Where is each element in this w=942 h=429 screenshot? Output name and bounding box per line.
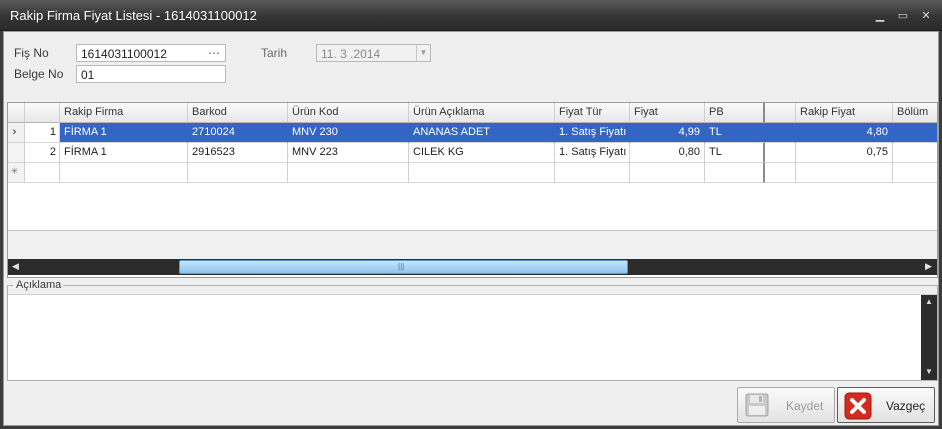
price-grid[interactable]: Rakip Firma Barkod Ürün Kod Ürün Açıklam… — [7, 102, 938, 278]
tarih-field[interactable]: 11. 3 .2014 ▼ — [316, 44, 431, 62]
new-cell[interactable] — [60, 163, 188, 183]
close-button[interactable]: ✕ — [918, 9, 934, 23]
new-cell[interactable] — [705, 163, 765, 183]
tarih-value: 11. 3 .2014 — [321, 47, 381, 61]
row-number: 2 — [25, 143, 60, 163]
new-cell[interactable] — [796, 163, 893, 183]
current-row-icon: › — [8, 123, 25, 143]
cell-fiyat-tur[interactable]: 1. Satış Fiyatı — [555, 123, 630, 143]
maximize-button[interactable]: ▭ — [895, 9, 911, 23]
col-header-fiyat-tur[interactable]: Fiyat Tür — [555, 103, 630, 123]
cell-pb[interactable]: TL — [705, 143, 765, 163]
row-number: 1 — [25, 123, 60, 143]
chevron-down-icon[interactable]: ▼ — [416, 45, 430, 61]
scroll-down-icon[interactable]: ▼ — [925, 367, 933, 376]
cell-bolum[interactable] — [893, 143, 937, 163]
vazgec-label: Vazgeç — [886, 399, 926, 413]
cell-barkod[interactable]: 2710024 — [188, 123, 288, 143]
cell-pb[interactable]: TL — [705, 123, 765, 143]
client-area: Fiş No 1614031100012 ⋯ Belge No 01 Tarih… — [3, 31, 939, 426]
col-header-bolum[interactable]: Bölüm — [893, 103, 937, 123]
belge-no-field[interactable]: 01 — [76, 65, 226, 83]
window-title: Rakip Firma Fiyat Listesi - 161403110001… — [10, 8, 257, 23]
new-cell[interactable] — [555, 163, 630, 183]
row-number-header — [25, 103, 60, 123]
scroll-right-icon[interactable]: ▶ — [925, 261, 932, 272]
col-header-hidden[interactable] — [765, 103, 796, 123]
fis-no-label: Fiş No — [14, 46, 49, 60]
cell-fiyat[interactable]: 0,80 — [630, 143, 705, 163]
minimize-button[interactable]: ▁ — [872, 9, 888, 23]
grid-footer — [8, 230, 937, 259]
new-cell[interactable] — [893, 163, 937, 183]
cell-urun-kod[interactable]: MNV 223 — [288, 143, 409, 163]
col-header-fiyat[interactable]: Fiyat — [630, 103, 705, 123]
aciklama-group: Açıklama ▲ ▼ — [7, 279, 938, 381]
floppy-disk-icon — [745, 393, 769, 417]
cell-rakip-fiyat[interactable]: 0,75 — [796, 143, 893, 163]
cancel-x-icon — [844, 392, 872, 420]
cell-rakip-firma[interactable]: FİRMA 1 — [60, 143, 188, 163]
cell-hidden[interactable] — [765, 143, 796, 163]
col-header-rakip-firma[interactable]: Rakip Firma — [60, 103, 188, 123]
new-cell[interactable] — [630, 163, 705, 183]
col-header-barkod[interactable]: Barkod — [188, 103, 288, 123]
new-cell[interactable] — [765, 163, 796, 183]
cell-hidden[interactable] — [765, 123, 796, 143]
new-row-icon: ✳ — [8, 163, 25, 183]
belge-no-value: 01 — [81, 68, 95, 82]
new-cell[interactable] — [188, 163, 288, 183]
cell-rakip-firma[interactable]: FİRMA 1 — [60, 123, 188, 143]
row-number — [25, 163, 60, 183]
cell-fiyat[interactable]: 4,99 — [630, 123, 705, 143]
cell-fiyat-tur[interactable]: 1. Satış Fiyatı — [555, 143, 630, 163]
new-cell[interactable] — [409, 163, 555, 183]
scrollbar-thumb[interactable]: ||| — [179, 260, 628, 274]
vertical-scrollbar[interactable]: ▲ ▼ — [921, 295, 937, 380]
scroll-up-icon[interactable]: ▲ — [925, 297, 933, 306]
kaydet-label: Kaydet — [786, 399, 824, 413]
col-header-rakip-fiyat[interactable]: Rakip Fiyat — [796, 103, 893, 123]
cell-urun-kod[interactable]: MNV 230 — [288, 123, 409, 143]
scroll-left-icon[interactable]: ◀ — [12, 261, 19, 272]
indicator-header — [8, 103, 25, 123]
tarih-label: Tarih — [261, 46, 288, 60]
cell-barkod[interactable]: 2916523 — [188, 143, 288, 163]
cell-urun-aciklama[interactable]: ANANAS ADET — [409, 123, 555, 143]
fis-no-field[interactable]: 1614031100012 ⋯ — [76, 44, 226, 62]
vazgec-button[interactable]: Vazgeç — [837, 387, 935, 423]
belge-no-label: Belge No — [14, 67, 64, 81]
kaydet-button[interactable]: Kaydet — [737, 387, 835, 423]
aciklama-textarea[interactable]: ▲ ▼ — [8, 294, 937, 380]
grip-icon: ||| — [398, 262, 405, 271]
ellipsis-button[interactable]: ⋯ — [208, 46, 220, 60]
row-indicator — [8, 143, 25, 163]
col-header-pb[interactable]: PB — [705, 103, 765, 123]
cell-urun-aciklama[interactable]: CILEK KG — [409, 143, 555, 163]
cell-rakip-fiyat[interactable]: 4,80 — [796, 123, 893, 143]
col-header-urun-kod[interactable]: Ürün Kod — [288, 103, 409, 123]
new-cell[interactable] — [288, 163, 409, 183]
title-bar[interactable]: Rakip Firma Fiyat Listesi - 161403110001… — [0, 0, 942, 31]
fis-no-value: 1614031100012 — [81, 47, 167, 61]
cell-bolum[interactable] — [893, 123, 937, 143]
horizontal-scrollbar[interactable]: ◀ ||| ▶ — [8, 259, 937, 275]
col-header-urun-aciklama[interactable]: Ürün Açıklama — [409, 103, 555, 123]
aciklama-label: Açıklama — [13, 279, 65, 291]
